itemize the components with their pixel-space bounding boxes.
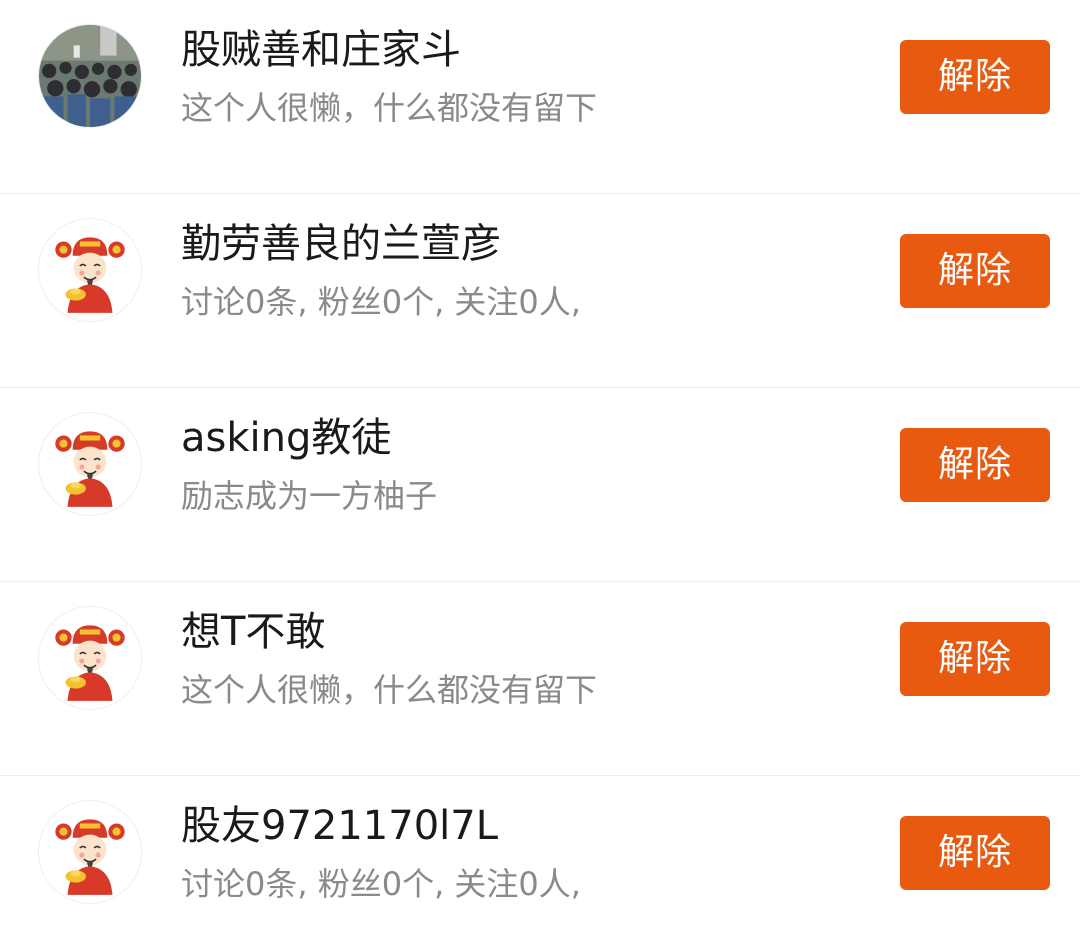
list-item: 股友9721170l7L 讨论0条, 粉丝0个, 关注0人, 解除: [0, 776, 1080, 948]
avatar[interactable]: [38, 412, 142, 516]
user-name[interactable]: asking教徒: [181, 414, 391, 462]
god-of-wealth-icon: [39, 413, 141, 515]
user-description: 这个人很懒，什么都没有留下: [181, 671, 598, 709]
unblock-button[interactable]: 解除: [900, 40, 1050, 114]
user-name[interactable]: 股友9721170l7L: [181, 802, 498, 850]
crowd-photo-icon: [39, 25, 141, 127]
unblock-button[interactable]: 解除: [900, 428, 1050, 502]
avatar[interactable]: [38, 606, 142, 710]
unblock-button[interactable]: 解除: [900, 234, 1050, 308]
god-of-wealth-icon: [39, 219, 141, 321]
user-name[interactable]: 勤劳善良的兰萱彦: [181, 220, 501, 268]
user-description: 励志成为一方柚子: [181, 477, 438, 515]
god-of-wealth-icon: [39, 801, 141, 903]
unblock-button[interactable]: 解除: [900, 622, 1050, 696]
unblock-button[interactable]: 解除: [900, 816, 1050, 890]
god-of-wealth-icon: [39, 607, 141, 709]
avatar[interactable]: [38, 24, 142, 128]
avatar[interactable]: [38, 218, 142, 322]
blocked-users-list: 股贼善和庄家斗 这个人很懒，什么都没有留下 解除 勤劳善良的兰萱彦 讨论0条, …: [0, 0, 1080, 948]
list-item: asking教徒 励志成为一方柚子 解除: [0, 388, 1080, 582]
user-description: 讨论0条, 粉丝0个, 关注0人,: [181, 283, 581, 321]
user-name[interactable]: 股贼善和庄家斗: [181, 26, 461, 74]
list-item: 勤劳善良的兰萱彦 讨论0条, 粉丝0个, 关注0人, 解除: [0, 194, 1080, 388]
list-item: 股贼善和庄家斗 这个人很懒，什么都没有留下 解除: [0, 0, 1080, 194]
user-description: 这个人很懒，什么都没有留下: [181, 89, 598, 127]
avatar[interactable]: [38, 800, 142, 904]
list-item: 想T不敢 这个人很懒，什么都没有留下 解除: [0, 582, 1080, 776]
user-description: 讨论0条, 粉丝0个, 关注0人,: [181, 865, 581, 903]
user-name[interactable]: 想T不敢: [181, 608, 325, 656]
